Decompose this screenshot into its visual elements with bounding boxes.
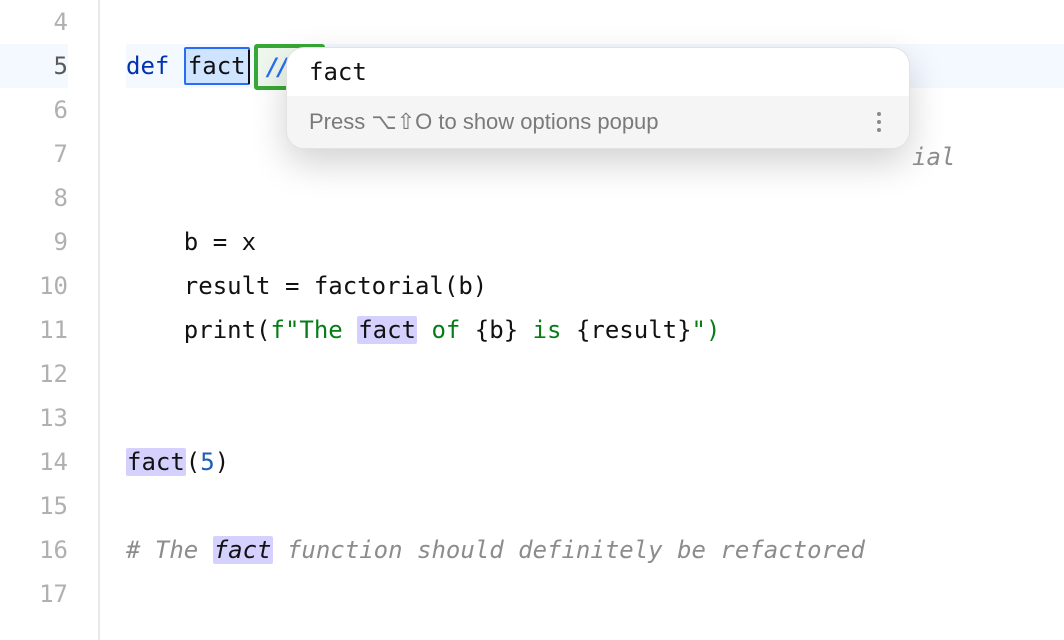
popup-hint-text: Press ⌥⇧O to show options popup (309, 109, 659, 135)
line-number: 17 (0, 572, 68, 616)
line-number: 10 (0, 264, 68, 308)
code-line[interactable] (126, 0, 1064, 44)
suggestion-item[interactable]: fact (287, 48, 909, 96)
line-number: 9 (0, 220, 68, 264)
code-text: result = factorial(b) (126, 272, 487, 300)
line-number: 12 (0, 352, 68, 396)
keyword-def: def (126, 52, 184, 80)
line-number: 15 (0, 484, 68, 528)
string-text: is (518, 316, 576, 344)
line-number: 11 (0, 308, 68, 352)
usage-highlight: fact (357, 316, 417, 344)
number-literal: 5 (200, 448, 214, 476)
comment-text: function should definitely be refactored (273, 536, 865, 564)
code-line[interactable]: fact(5) (126, 440, 1064, 484)
line-number: 13 (0, 396, 68, 440)
code-line[interactable]: print(f"The fact of {b} is {result}") (126, 308, 1064, 352)
code-area[interactable]: def fact//(x): b = x result = factorial(… (100, 0, 1064, 640)
code-line[interactable]: result = factorial(b) (126, 264, 1064, 308)
line-number: 16 (0, 528, 68, 572)
line-number-gutter: 4 5 6 7 8 9 10 11 12 13 14 15 16 17 (0, 0, 100, 640)
code-editor[interactable]: 4 5 6 7 8 9 10 11 12 13 14 15 16 17 def … (0, 0, 1064, 640)
more-options-icon[interactable] (871, 106, 887, 138)
rename-selection[interactable]: fact (184, 47, 250, 85)
text-cursor (248, 50, 250, 84)
code-line[interactable]: b = x (126, 220, 1064, 264)
code-text: ) (215, 448, 229, 476)
string-text: ") (692, 316, 721, 344)
line-number: 5 (0, 44, 68, 88)
line-number: 14 (0, 440, 68, 484)
line-number: 8 (0, 176, 68, 220)
line-number: 7 (0, 132, 68, 176)
line-number: 6 (0, 88, 68, 132)
rename-comments-icon: // (266, 50, 287, 84)
code-line[interactable]: # The fact function should definitely be… (126, 528, 1064, 572)
code-text: b = x (126, 228, 256, 256)
fstring-expr: {b} (475, 316, 518, 344)
usage-highlight: fact (126, 448, 186, 476)
string-text: f"The (271, 316, 358, 344)
comment-text: # The (126, 536, 213, 564)
code-line[interactable] (126, 352, 1064, 396)
code-line[interactable] (126, 572, 1064, 616)
string-text: of (417, 316, 475, 344)
code-text: print( (126, 316, 271, 344)
code-line[interactable] (126, 484, 1064, 528)
popup-hint-row: Press ⌥⇧O to show options popup (287, 96, 909, 148)
code-line[interactable] (126, 176, 1064, 220)
code-text: ( (186, 448, 200, 476)
usage-highlight: fact (213, 536, 273, 564)
fstring-expr: {result} (576, 316, 692, 344)
code-line[interactable] (126, 396, 1064, 440)
rename-suggestions-popup[interactable]: fact Press ⌥⇧O to show options popup (286, 47, 910, 149)
line-number: 4 (0, 0, 68, 44)
